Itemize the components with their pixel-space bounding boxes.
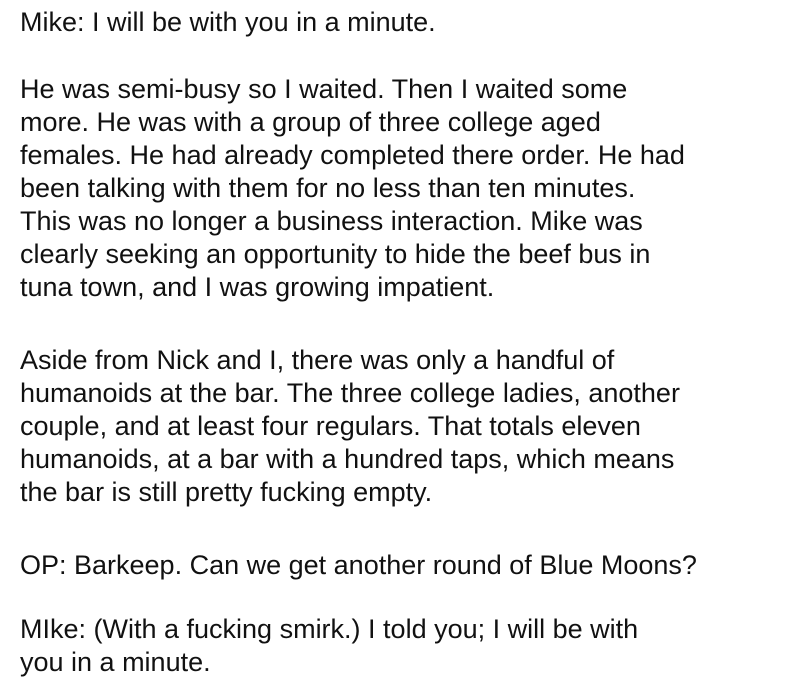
text-line: humanoids, at a bar with a hundred taps,… [20,444,675,474]
text-line: you in a minute. [20,647,211,677]
text-line: OP: Barkeep. Can we get another round of… [20,550,697,580]
paragraph-bar-count: Aside from Nick and I, there was only a … [20,344,680,509]
paragraph-mike-line: Mike: I will be with you in a minute. [20,6,436,39]
text-line: been talking with them for no less than … [20,173,636,203]
text-line: humanoids at the bar. The three college … [20,378,680,408]
text-line: tuna town, and I was growing impatient. [20,272,495,302]
text-line: females. He had already completed there … [20,140,685,170]
paragraph-waiting: He was semi-busy so I waited. Then I wai… [20,73,685,304]
text-line: Aside from Nick and I, there was only a … [20,345,615,375]
text-line: Mike: I will be with you in a minute. [20,7,436,37]
paragraph-mike-reply: MIke: (With a fucking smirk.) I told you… [20,613,638,679]
text-line: MIke: (With a fucking smirk.) I told you… [20,614,639,644]
text-line: more. He was with a group of three colle… [20,107,601,137]
paragraph-op-request: OP: Barkeep. Can we get another round of… [20,549,697,582]
text-line: the bar is still pretty fucking empty. [20,477,433,507]
text-line: He was semi-busy so I waited. Then I wai… [20,74,628,104]
text-line: clearly seeking an opportunity to hide t… [20,239,651,269]
text-line: couple, and at least four regulars. That… [20,411,641,441]
text-line: This was no longer a business interactio… [20,206,643,236]
